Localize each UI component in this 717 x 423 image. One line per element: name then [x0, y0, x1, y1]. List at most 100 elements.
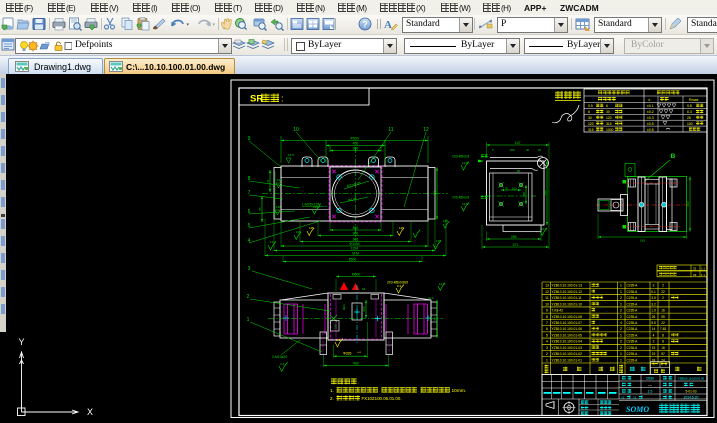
svg-text:Φ1054: Φ1054 — [349, 242, 359, 246]
svg-text:590: 590 — [543, 190, 547, 195]
svg-text:2: 2 — [662, 296, 664, 300]
svg-text:C235-A: C235-A — [627, 340, 639, 344]
svg-text:B: B — [671, 153, 676, 160]
svg-text:YZB10.10.100.01-10: YZB10.10.100.01-10 — [552, 302, 583, 306]
svg-text:YZB10.10.100.01-11: YZB10.10.100.01-11 — [552, 296, 582, 300]
svg-text:YZB10.10.100.01-12: YZB10.10.100.01-12 — [552, 290, 583, 294]
svg-text:YZB10.10.100.01-01: YZB10.10.100.01-01 — [552, 358, 583, 362]
svg-text:1.9: 1.9 — [651, 309, 656, 313]
svg-text:115: 115 — [309, 226, 314, 230]
svg-text:C235-A: C235-A — [627, 284, 639, 288]
svg-text:4: 4 — [546, 340, 548, 344]
svg-text:85: 85 — [258, 207, 262, 211]
svg-text:1-M14x20: 1-M14x20 — [272, 355, 287, 359]
svg-text:2: 2 — [620, 309, 622, 313]
svg-text:6: 6 — [546, 327, 548, 331]
svg-text:30: 30 — [606, 110, 610, 114]
svg-text:32: 32 — [693, 267, 697, 271]
svg-text:125: 125 — [277, 178, 282, 182]
svg-text:—: — — [648, 382, 652, 387]
svg-text:Φ24: Φ24 — [342, 304, 346, 310]
svg-text:5.5: 5.5 — [651, 321, 656, 325]
svg-text:2: 2 — [620, 346, 622, 350]
svg-text:0.3: 0.3 — [397, 284, 402, 288]
svg-text:12: 12 — [545, 290, 549, 294]
svg-text:6: 6 — [606, 104, 608, 108]
svg-text:115A: 115A — [351, 247, 359, 251]
svg-text:YZB010.10.100.01.00: YZB010.10.100.01.00 — [678, 376, 705, 380]
svg-text:2: 2 — [653, 284, 655, 288]
svg-text:125: 125 — [443, 219, 448, 223]
svg-text:A: A — [384, 19, 392, 31]
svg-text:250: 250 — [510, 148, 515, 152]
svg-text:M.M: M.M — [352, 252, 359, 256]
svg-text:C235-A: C235-A — [627, 315, 639, 319]
svg-text:X: X — [87, 407, 93, 417]
svg-text:2: 2 — [620, 315, 622, 319]
svg-text:5-01-03: 5-01-03 — [686, 390, 697, 394]
svg-text:12.5: 12.5 — [541, 227, 547, 231]
svg-text:1.: 1. — [330, 388, 334, 393]
svg-text:7: 7 — [546, 321, 548, 325]
svg-text:1.6: 1.6 — [280, 362, 285, 366]
svg-text:3.2: 3.2 — [651, 302, 656, 306]
svg-text:3.5: 3.5 — [651, 296, 656, 300]
svg-text:40°±0.05: 40°±0.05 — [346, 181, 361, 188]
svg-text:8500: 8500 — [349, 258, 357, 262]
svg-text:FX10Z100.05.01.00.: FX10Z100.05.01.00. — [362, 396, 402, 401]
svg-text:.: . — [379, 388, 380, 393]
svg-text:YZB10.10.100.01-06: YZB10.10.100.01-06 — [552, 327, 583, 331]
svg-text:8: 8 — [662, 340, 664, 344]
svg-text:64: 64 — [362, 287, 366, 291]
svg-text:965: 965 — [353, 238, 359, 242]
svg-text:15: 15 — [652, 346, 656, 350]
svg-text:7.48: 7.48 — [660, 327, 666, 331]
svg-text:115: 115 — [399, 226, 404, 230]
svg-text:1: 1 — [620, 333, 622, 337]
svg-text:120: 120 — [606, 116, 612, 120]
svg-text:19: 19 — [652, 352, 656, 356]
svg-text:16: 16 — [661, 309, 665, 313]
svg-text:118: 118 — [276, 205, 281, 209]
svg-text:0.8: 0.8 — [687, 104, 692, 108]
svg-text:1000: 1000 — [606, 128, 614, 132]
svg-text:1.6: 1.6 — [336, 338, 341, 342]
svg-text:12.5: 12.5 — [462, 161, 468, 165]
svg-text:1: 1 — [620, 302, 622, 306]
svg-text:315: 315 — [588, 128, 594, 132]
svg-text:2: 2 — [620, 340, 622, 344]
svg-text:2: 2 — [247, 294, 250, 300]
svg-text:30: 30 — [588, 116, 592, 120]
svg-text:4: 4 — [620, 321, 622, 325]
svg-text:14: 14 — [652, 327, 656, 331]
svg-text:6.3: 6.3 — [687, 110, 692, 114]
svg-text:12.5: 12.5 — [462, 202, 468, 206]
svg-text:YZB10.10.100.01-13: YZB10.10.100.01-13 — [552, 284, 583, 288]
svg-text:55: 55 — [661, 315, 665, 319]
svg-text:430: 430 — [433, 191, 437, 197]
svg-text:YZB10.10.100.01-04: YZB10.10.100.01-04 — [552, 340, 583, 344]
svg-text:25: 25 — [687, 116, 691, 120]
svg-text:Φ326: Φ326 — [343, 352, 351, 356]
svg-text:460: 460 — [353, 362, 359, 366]
svg-text:16: 16 — [661, 346, 665, 350]
svg-text:1: 1 — [546, 358, 548, 362]
svg-text:C235-A: C235-A — [627, 346, 639, 350]
svg-text:SOMO: SOMO — [626, 405, 649, 414]
svg-text:115: 115 — [296, 230, 301, 234]
svg-text:□1: □1 — [621, 396, 625, 400]
svg-text:.: . — [418, 388, 419, 393]
svg-text:0.1: 0.1 — [651, 290, 656, 294]
svg-text:10mm.: 10mm. — [452, 388, 467, 394]
svg-text:1:1: 1:1 — [701, 273, 705, 277]
svg-text:C235-A: C235-A — [627, 309, 639, 313]
svg-text:0.5: 0.5 — [588, 104, 593, 108]
svg-text:YZB10.10.100.01-02: YZB10.10.100.01-02 — [552, 352, 583, 356]
svg-text:26: 26 — [538, 148, 542, 152]
svg-text:255: 255 — [511, 235, 517, 239]
svg-text:33: 33 — [693, 273, 697, 277]
svg-text:2: 2 — [546, 352, 548, 356]
svg-text:22: 22 — [661, 290, 665, 294]
svg-text:Φ500: Φ500 — [350, 137, 358, 141]
svg-text:YZB10.10.100.01-03: YZB10.10.100.01-03 — [552, 346, 583, 350]
